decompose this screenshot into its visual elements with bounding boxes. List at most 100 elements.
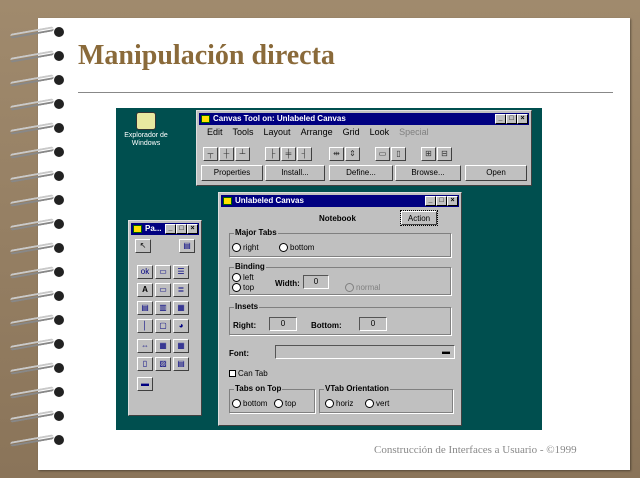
radio-right[interactable]: right [232,243,259,253]
distribute-horizontal-icon[interactable]: ⇹ [329,147,344,161]
view-widget-icon[interactable]: ▬ [137,377,153,391]
open-button[interactable]: Open [465,165,527,181]
slide-title: Manipulación directa [78,40,335,71]
bottom-inset-field[interactable]: 0 [359,317,387,331]
palette-window: Pa... _ □ × ↖ ▤ ok ▭ ☰ A ▭ ≣ ▤ ▥ ▦ │ ▢ ◕… [128,220,202,416]
radio-normal[interactable]: normal [345,283,380,293]
palette-options-icon[interactable]: ▤ [179,239,195,253]
checkbox-icon [229,370,236,377]
maximize-button[interactable]: □ [436,196,447,206]
grid-widget-icon[interactable]: ▦ [155,339,171,353]
menu-look[interactable]: Look [370,127,390,137]
image-widget-icon[interactable]: ▨ [155,357,171,371]
close-button[interactable]: × [517,114,528,124]
binder-ring [9,434,64,447]
app-icon [133,225,142,233]
list-widget-icon[interactable]: ☰ [173,265,189,279]
right-inset-label: Right: [233,321,257,330]
bottom-inset-label: Bottom: [311,321,342,330]
text-editor-icon[interactable]: ≣ [173,283,189,297]
radio-circle-icon [279,243,288,252]
width-field[interactable]: 0 [303,275,329,289]
canvas-tool-menubar: Edit Tools Layout Arrange Grid Look Spec… [201,127,429,137]
tree-widget-icon[interactable]: ▤ [173,357,189,371]
scrollbar-widget-icon[interactable]: ▯ [137,357,153,371]
select-arrow-icon[interactable]: ↖ [135,239,151,253]
canvas-title: Unlabeled Canvas [235,196,304,205]
menu-tools[interactable]: Tools [233,127,254,137]
combo-widget-icon[interactable]: ▭ [155,265,171,279]
radio-left[interactable]: left [232,273,254,283]
canvas-titlebar[interactable]: Unlabeled Canvas _ □ × [221,195,459,207]
align-middle-icon[interactable]: ┼ [219,147,234,161]
app-icon [201,115,210,123]
install-button[interactable]: Install... [265,165,325,181]
radio-tabs-bottom[interactable]: bottom [232,399,267,409]
canvas-tool-titlebar[interactable]: Canvas Tool on: Unlabeled Canvas _ □ × [199,113,529,125]
radio-tabs-top[interactable]: top [274,399,296,409]
font-label: Font: [229,349,249,358]
explorer-desktop-icon[interactable]: Explorador de Windows [120,112,172,148]
define-button[interactable]: Define... [329,165,393,181]
close-button[interactable]: × [447,196,458,206]
properties-button[interactable]: Properties [201,165,263,181]
menu-special[interactable]: Special [399,127,429,137]
table-widget-icon[interactable]: ▦ [173,339,189,353]
action-button[interactable]: Action [400,210,438,226]
distribute-vertical-icon[interactable]: ⇕ [345,147,360,161]
right-inset-field[interactable]: 0 [269,317,297,331]
ungroup-icon[interactable]: ▯ [391,147,406,161]
width-label: Width: [275,279,300,288]
binding-group: Binding [229,262,451,295]
browse-button[interactable]: Browse... [395,165,461,181]
radio-horiz-label: horiz [336,399,354,408]
shape-widget-icon[interactable]: ◕ [173,319,189,333]
binder-ring [9,26,64,39]
binder-ring [9,50,64,63]
menu-edit[interactable]: Edit [207,127,223,137]
divider-widget-icon[interactable]: │ [137,319,153,333]
menu-layout[interactable]: Layout [264,127,291,137]
tabs-on-top-label: Tabs on Top [234,384,283,393]
binder-ring [9,98,64,111]
binder-ring [9,74,64,87]
menu-widget-icon[interactable]: ▤ [137,301,153,315]
slider-widget-icon[interactable]: ⇔ [137,339,153,353]
frame-widget-icon[interactable]: ▢ [155,319,171,333]
ok-button-widget-icon[interactable]: ok [137,265,153,279]
minimize-button[interactable]: _ [495,114,506,124]
binding-label: Binding [234,262,266,271]
notebook-label: Notebook [319,214,356,223]
palette-titlebar[interactable]: Pa... _ □ × [131,223,199,235]
font-select[interactable]: ▬ [275,345,455,359]
binder-ring [9,266,64,279]
can-tab-label: Can Tab [238,369,268,378]
equal-height-icon[interactable]: ⊟ [437,147,452,161]
radio-top[interactable]: top [232,283,254,293]
radio-bottom[interactable]: bottom [279,243,314,253]
insets-label: Insets [234,302,260,311]
maximize-button[interactable]: □ [506,114,517,124]
radio-horiz[interactable]: horiz [325,399,353,409]
notebook-widget-icon[interactable]: ▦ [173,301,189,315]
menu-grid[interactable]: Grid [343,127,360,137]
align-bottom-icon[interactable]: ┴ [235,147,250,161]
close-button[interactable]: × [187,224,198,234]
can-tab-checkbox[interactable]: Can Tab [229,369,268,379]
binder-ring [9,146,64,159]
align-right-icon[interactable]: ┤ [297,147,312,161]
input-field-icon[interactable]: ▭ [155,283,171,297]
align-top-icon[interactable]: ┬ [203,147,218,161]
radio-circle-icon [365,399,374,408]
radio-vert[interactable]: vert [365,399,389,409]
menu-arrange[interactable]: Arrange [301,127,333,137]
minimize-button[interactable]: _ [425,196,436,206]
align-left-icon[interactable]: ├ [265,147,280,161]
group-icon[interactable]: ▭ [375,147,390,161]
minimize-button[interactable]: _ [165,224,176,234]
align-center-icon[interactable]: ╪ [281,147,296,161]
equal-width-icon[interactable]: ⊞ [421,147,436,161]
text-label-icon[interactable]: A [137,283,153,297]
maximize-button[interactable]: □ [176,224,187,234]
tabs-widget-icon[interactable]: ▥ [155,301,171,315]
